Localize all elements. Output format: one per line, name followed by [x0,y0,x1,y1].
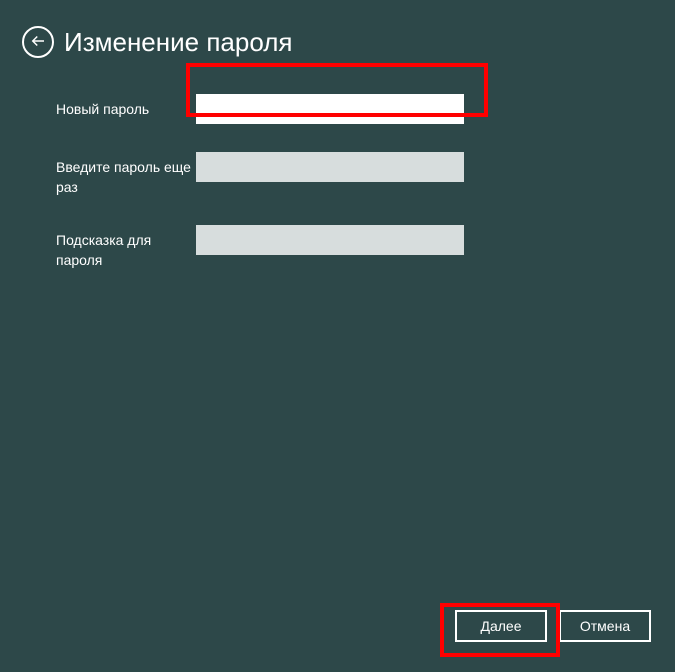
input-wrap [196,94,464,124]
page-title: Изменение пароля [64,27,292,58]
password-hint-input[interactable] [196,225,464,255]
back-arrow-icon [29,32,47,53]
page-header: Изменение пароля [0,0,675,84]
confirm-password-input[interactable] [196,152,464,182]
footer-buttons: Далее Отмена [455,610,651,642]
password-hint-label: Подсказка для пароля [56,225,196,270]
confirm-password-label: Введите пароль еще раз [56,152,196,197]
field-row-confirm-password: Введите пароль еще раз [56,152,619,197]
new-password-input[interactable] [196,94,464,124]
input-wrap [196,225,464,255]
field-row-new-password: Новый пароль [56,94,619,124]
back-button[interactable] [22,26,54,58]
next-button[interactable]: Далее [455,610,547,642]
input-wrap [196,152,464,182]
new-password-label: Новый пароль [56,94,196,120]
cancel-button[interactable]: Отмена [559,610,651,642]
form-area: Новый пароль Введите пароль еще раз Подс… [0,84,675,270]
field-row-password-hint: Подсказка для пароля [56,225,619,270]
